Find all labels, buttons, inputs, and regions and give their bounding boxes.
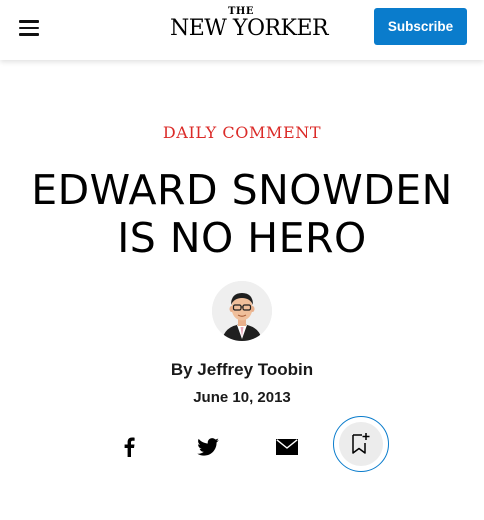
twitter-glyph bbox=[197, 438, 219, 456]
site-header: THE NEW YORKER Subscribe bbox=[0, 0, 484, 60]
author-link[interactable]: Jeffrey Toobin bbox=[197, 360, 313, 379]
byline: By Jeffrey Toobin bbox=[0, 358, 484, 382]
facebook-icon[interactable] bbox=[115, 433, 143, 461]
subscribe-button[interactable]: Subscribe bbox=[374, 8, 467, 45]
author-illustration bbox=[212, 281, 272, 341]
headline-line: IS NO HERO bbox=[117, 214, 367, 262]
logo-wordmark: NEW YORKER bbox=[170, 16, 329, 41]
save-button-inner bbox=[339, 422, 383, 466]
save-story-button[interactable] bbox=[333, 416, 389, 472]
new-yorker-logo[interactable]: THE NEW YORKER bbox=[170, 7, 329, 47]
facebook-glyph bbox=[124, 437, 135, 457]
headline-line: EDWARD SNOWDEN bbox=[31, 166, 453, 214]
email-icon[interactable] bbox=[273, 433, 301, 461]
hamburger-menu-icon[interactable] bbox=[16, 15, 42, 41]
bookmark-add-icon bbox=[352, 433, 370, 454]
menu-bar bbox=[19, 33, 39, 36]
menu-bar bbox=[19, 26, 39, 30]
publish-date: June 10, 2013 bbox=[193, 389, 291, 406]
menu-bar bbox=[19, 20, 39, 23]
author-avatar[interactable] bbox=[212, 281, 272, 341]
byline-prefix: By bbox=[170, 360, 193, 379]
twitter-icon[interactable] bbox=[194, 433, 222, 461]
article-headline: EDWARD SNOWDEN IS NO HERO bbox=[10, 166, 474, 262]
rubric-link[interactable]: DAILY COMMENT bbox=[0, 122, 484, 144]
email-glyph bbox=[276, 439, 298, 455]
